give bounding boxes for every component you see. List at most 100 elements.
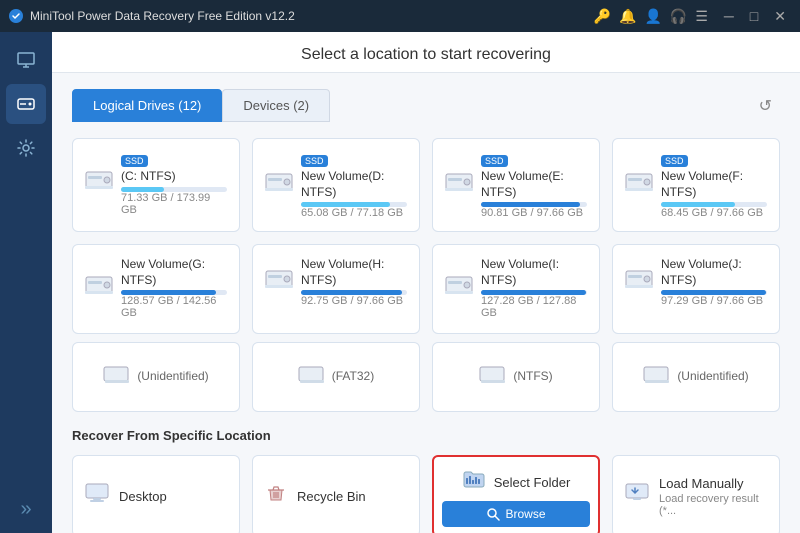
minimize-button[interactable]: ─ (718, 6, 740, 26)
folder-card-top: Select Folder (442, 469, 590, 495)
drive-card-top: New Volume(G: NTFS) 128.57 GB / 142.56 G… (85, 257, 227, 319)
close-button[interactable]: ✕ (768, 6, 792, 27)
load-label: Load Manually (659, 476, 744, 491)
drive-icon (16, 94, 36, 114)
drive-name: (C: NTFS) (121, 169, 227, 185)
drive-info: New Volume(I: NTFS) 127.28 GB / 127.88 G… (481, 257, 587, 319)
header-title: Select a location to start recovering (301, 46, 551, 63)
empty-drive-inner: (Unidentified) (103, 365, 208, 390)
empty-drives-grid: (Unidentified) (FAT32) (NTFS) (72, 342, 780, 412)
drive-card-6[interactable]: New Volume(I: NTFS) 127.28 GB / 127.88 G… (432, 244, 600, 334)
title-bar-icons: 🔑 🔔 👤 🎧 ☰ (594, 8, 708, 25)
recycle-icon (265, 482, 287, 510)
menu-icon[interactable]: ☰ (695, 8, 708, 25)
headphone-icon[interactable]: 🎧 (670, 8, 687, 25)
drive-hdd-icon (625, 171, 653, 199)
refresh-button[interactable]: ↺ (751, 92, 780, 120)
drive-badge: SSD (121, 155, 148, 167)
drive-hdd-icon (85, 169, 113, 197)
drive-name: New Volume(H: NTFS) (301, 257, 407, 288)
drive-size: 92.75 GB / 97.66 GB (301, 295, 407, 307)
drive-card-top: SSD New Volume(D: NTFS) 65.08 GB / 77.18… (265, 151, 407, 219)
app-body: » Select a location to start recovering … (0, 32, 800, 533)
drive-card-top: New Volume(I: NTFS) 127.28 GB / 127.88 G… (445, 257, 587, 319)
tabs-bar: Logical Drives (12) Devices (2) ↺ (72, 89, 780, 122)
sidebar-item-drive[interactable] (6, 84, 46, 124)
drive-name: New Volume(D: NTFS) (301, 169, 407, 200)
main-area: Select a location to start recovering Lo… (52, 32, 800, 533)
empty-drive-inner: (Unidentified) (643, 365, 748, 390)
empty-drive-inner: (FAT32) (298, 365, 374, 390)
drive-name: New Volume(E: NTFS) (481, 169, 587, 200)
person-icon[interactable]: 👤 (644, 8, 661, 25)
bell-icon[interactable]: 🔔 (619, 8, 636, 25)
drive-hdd-icon (265, 268, 293, 296)
drive-info: SSD New Volume(E: NTFS) 90.81 GB / 97.66… (481, 151, 587, 219)
specific-card-recycle[interactable]: Recycle Bin (252, 455, 420, 533)
logical-drives-grid: SSD (C: NTFS) 71.33 GB / 173.99 GB SSD (72, 138, 780, 334)
window-controls: ─ □ ✕ (718, 6, 792, 27)
drive-card-top: SSD New Volume(E: NTFS) 90.81 GB / 97.66… (445, 151, 587, 219)
settings-icon (16, 138, 36, 158)
expand-icon: » (20, 498, 31, 520)
empty-drive-card-2[interactable]: (NTFS) (432, 342, 600, 412)
empty-drive-card-0[interactable]: (Unidentified) (72, 342, 240, 412)
title-bar-text: MiniTool Power Data Recovery Free Editio… (30, 9, 594, 23)
specific-card-load[interactable]: Load Manually Load recovery result (*... (612, 455, 780, 533)
maximize-button[interactable]: □ (744, 6, 764, 26)
section-title: Recover From Specific Location (72, 428, 780, 443)
recover-icon (16, 50, 36, 70)
load-sublabel: Load recovery result (*... (659, 493, 767, 517)
empty-drive-name: (Unidentified) (677, 369, 748, 385)
empty-drive-name: (FAT32) (332, 369, 374, 385)
main-header: Select a location to start recovering (52, 32, 800, 73)
drive-size: 65.08 GB / 77.18 GB (301, 207, 407, 219)
drive-size: 90.81 GB / 97.66 GB (481, 207, 587, 219)
sidebar-item-settings[interactable] (6, 128, 46, 168)
drive-hdd-icon (445, 274, 473, 302)
drive-card-0[interactable]: SSD (C: NTFS) 71.33 GB / 173.99 GB (72, 138, 240, 232)
load-icon (625, 483, 649, 509)
drive-hdd-icon (265, 171, 293, 199)
drive-card-top: New Volume(H: NTFS) 92.75 GB / 97.66 GB (265, 257, 407, 307)
drive-name: New Volume(I: NTFS) (481, 257, 587, 288)
empty-drive-icon (103, 365, 129, 390)
drive-hdd-icon (445, 171, 473, 199)
folder-icon (462, 469, 486, 495)
desktop-label: Desktop (119, 489, 167, 504)
drive-card-2[interactable]: SSD New Volume(E: NTFS) 90.81 GB / 97.66… (432, 138, 600, 232)
sidebar: » (0, 32, 52, 533)
drive-card-top: New Volume(J: NTFS) 97.29 GB / 97.66 GB (625, 257, 767, 307)
empty-drive-icon (298, 365, 324, 390)
specific-card-desktop[interactable]: Desktop (72, 455, 240, 533)
sidebar-expand[interactable]: » (20, 498, 31, 521)
specific-location-section: Recover From Specific Location Desktop (72, 428, 780, 533)
drive-info: New Volume(J: NTFS) 97.29 GB / 97.66 GB (661, 257, 767, 307)
empty-drive-card-3[interactable]: (Unidentified) (612, 342, 780, 412)
empty-drive-inner: (NTFS) (479, 365, 552, 390)
drive-card-4[interactable]: New Volume(G: NTFS) 128.57 GB / 142.56 G… (72, 244, 240, 334)
drive-card-5[interactable]: New Volume(H: NTFS) 92.75 GB / 97.66 GB (252, 244, 420, 334)
drive-card-3[interactable]: SSD New Volume(F: NTFS) 68.45 GB / 97.66… (612, 138, 780, 232)
key-icon[interactable]: 🔑 (594, 8, 611, 25)
content-area: Logical Drives (12) Devices (2) ↺ (52, 73, 800, 533)
empty-drive-name: (NTFS) (513, 369, 552, 385)
tab-logical-drives[interactable]: Logical Drives (12) (72, 89, 222, 122)
empty-drive-icon (479, 365, 505, 390)
drive-badge: SSD (301, 155, 328, 167)
sidebar-item-recover[interactable] (6, 40, 46, 80)
drive-hdd-icon (85, 274, 113, 302)
specific-card-folder[interactable]: Select Folder Browse (432, 455, 600, 533)
drive-name: New Volume(F: NTFS) (661, 169, 767, 200)
drive-info: SSD New Volume(F: NTFS) 68.45 GB / 97.66… (661, 151, 767, 219)
drive-card-7[interactable]: New Volume(J: NTFS) 97.29 GB / 97.66 GB (612, 244, 780, 334)
drive-info: New Volume(G: NTFS) 128.57 GB / 142.56 G… (121, 257, 227, 319)
drive-size: 71.33 GB / 173.99 GB (121, 192, 227, 216)
drive-name: New Volume(J: NTFS) (661, 257, 767, 288)
drive-size: 127.28 GB / 127.88 GB (481, 295, 587, 319)
drive-card-1[interactable]: SSD New Volume(D: NTFS) 65.08 GB / 77.18… (252, 138, 420, 232)
tab-devices[interactable]: Devices (2) (222, 89, 330, 122)
drive-size: 68.45 GB / 97.66 GB (661, 207, 767, 219)
browse-button[interactable]: Browse (442, 501, 590, 527)
empty-drive-card-1[interactable]: (FAT32) (252, 342, 420, 412)
